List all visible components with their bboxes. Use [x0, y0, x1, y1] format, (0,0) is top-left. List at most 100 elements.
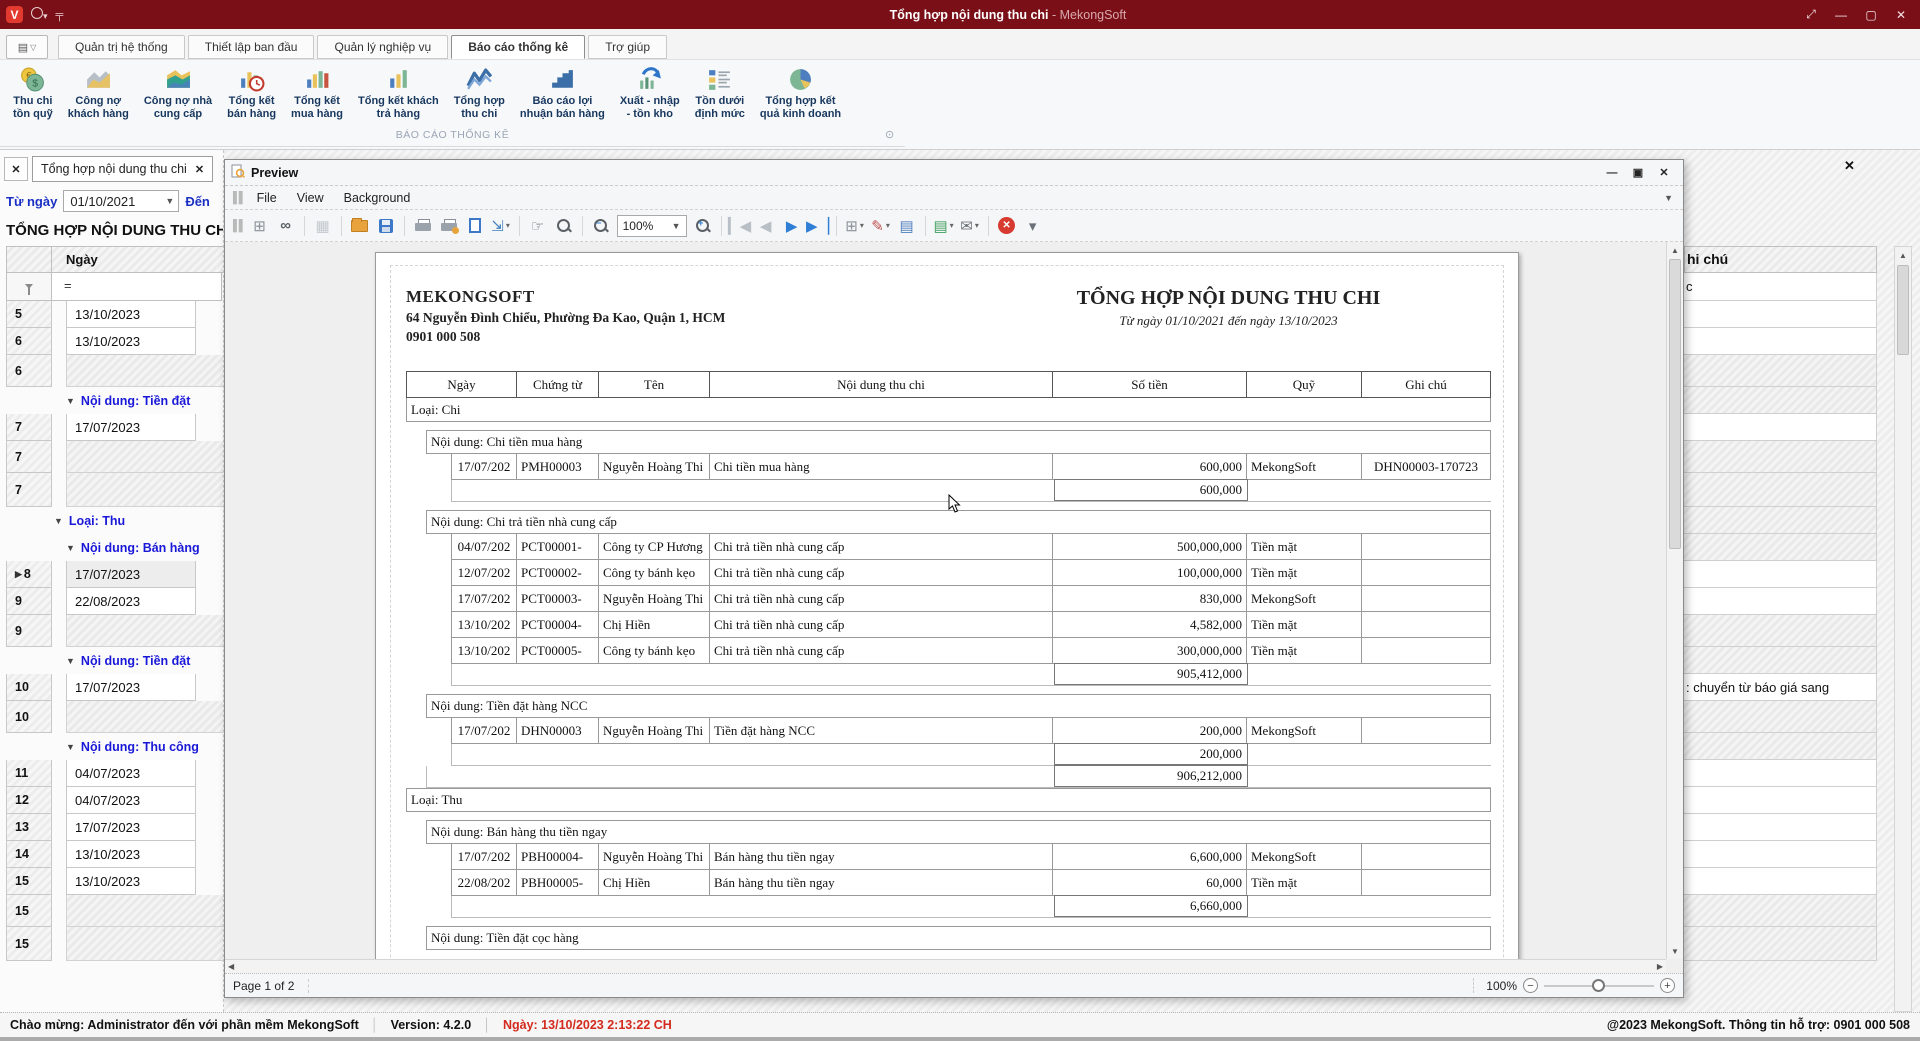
thumbnails-icon[interactable]: ⊞ [248, 214, 272, 238]
from-date-combo[interactable]: 01/10/2021 ▼ [63, 190, 179, 212]
grid-group-row[interactable]: ▼Nội dung: Thu công [6, 733, 224, 760]
ribbon-button-tong-ket-khach-tra-hang[interactable]: Tổng kết kháchtrả hàng [351, 64, 446, 120]
quick-print-icon[interactable] [437, 214, 461, 238]
menu-view[interactable]: View [287, 188, 334, 208]
multipage-icon[interactable]: ⊞▾ [843, 214, 867, 238]
grid-row[interactable]: 922/08/2023 [6, 588, 224, 615]
scroll-right-icon[interactable]: ▶ [1657, 962, 1663, 971]
note-cell[interactable] [1684, 328, 1877, 355]
document-tab[interactable]: Tổng hợp nội dung thu chi ✕ [32, 156, 213, 182]
ribbon-button-tong-ket-ban-hang[interactable]: Tổng kếtbán hàng [220, 64, 283, 120]
find-icon[interactable]: ∞ [274, 214, 298, 238]
customize-toolbar-icon[interactable]: ╤ [56, 9, 63, 21]
collapse-icon[interactable]: ▼ [66, 656, 75, 666]
collapse-icon[interactable]: ▼ [66, 742, 75, 752]
ribbon-button-thu-chi-ton-quy[interactable]: €$Thu chitồn quỹ [6, 64, 60, 120]
toolbar-overflow-icon[interactable]: ▾ [1021, 214, 1045, 238]
date-cell[interactable]: 04/07/2023 [66, 787, 196, 814]
ribbon-button-ton-duoi-dinh-muc[interactable]: Tồn dướiđịnh mức [688, 64, 752, 120]
grid-row[interactable]: 1104/07/2023 [6, 760, 224, 787]
grid-row[interactable]: 1204/07/2023 [6, 787, 224, 814]
email-icon[interactable]: ✉▾ [958, 214, 982, 238]
zoom-out-icon[interactable]: − [589, 214, 613, 238]
note-cell[interactable] [1684, 561, 1877, 588]
drag-grip-icon[interactable]: ▐▐ [229, 192, 241, 204]
export-icon[interactable]: ▤▾ [932, 214, 956, 238]
note-cell[interactable]: : chuyển từ báo giá sang [1684, 674, 1877, 701]
menu-file[interactable]: File [247, 188, 287, 208]
note-cell[interactable] [1684, 841, 1877, 868]
note-cell[interactable] [1684, 787, 1877, 814]
date-cell[interactable]: 04/07/2023 [66, 760, 196, 787]
grid-row[interactable]: 717/07/2023 [6, 414, 224, 441]
grid-row[interactable]: 513/10/2023 [6, 301, 224, 328]
ribbon-tab-quản-trị-hệ-thống[interactable]: Quản trị hệ thống [58, 35, 185, 59]
scroll-down-icon[interactable]: ▼ [1667, 943, 1683, 959]
menubar-options-icon[interactable]: ▼ [1664, 193, 1673, 203]
first-page-icon[interactable]: ▎◀ [728, 214, 752, 238]
zoom-in-button[interactable]: + [1660, 978, 1675, 993]
preview-minimize-button[interactable]: — [1599, 164, 1625, 182]
note-cell[interactable] [1684, 760, 1877, 787]
scale-icon[interactable]: ⇲▾ [489, 214, 513, 238]
date-cell[interactable]: 17/07/2023 [66, 674, 196, 701]
collapse-icon[interactable]: ▼ [66, 543, 75, 553]
grid-row[interactable]: 1017/07/2023 [6, 674, 224, 701]
zoom-combo[interactable]: 100%▼ [617, 215, 687, 237]
date-cell[interactable]: 13/10/2023 [66, 868, 196, 895]
hand-tool-icon[interactable]: ☞ [526, 214, 550, 238]
prev-page-icon[interactable]: ◀ [754, 214, 778, 238]
note-cell[interactable] [1684, 814, 1877, 841]
ribbon-tab-trợ-giúp[interactable]: Trợ giúp [588, 35, 667, 59]
date-cell[interactable]: 17/07/2023 [66, 414, 196, 441]
collapse-icon[interactable]: ▼ [54, 516, 63, 526]
grid-row[interactable]: 613/10/2023 [6, 328, 224, 355]
collapse-icon[interactable]: ▼ [66, 396, 75, 406]
zoom-mode-icon[interactable] [552, 214, 576, 238]
note-cell[interactable] [1684, 588, 1877, 615]
grid-group-row[interactable]: ▼Loại: Thu [6, 507, 224, 534]
scroll-up-icon[interactable]: ▲ [1895, 247, 1911, 264]
date-cell[interactable]: 17/07/2023 [66, 561, 196, 588]
grid-row[interactable]: 1513/10/2023 [6, 868, 224, 895]
app-menu-button[interactable]: ▤▽ [6, 35, 48, 59]
ribbon-expand-icon[interactable]: ⤢ [1796, 4, 1826, 26]
ribbon-button-tong-hop-ket-qua[interactable]: Tổng hợp kếtquả kinh doanh [753, 64, 848, 120]
ribbon-tab-báo-cáo-thống-kê[interactable]: Báo cáo thống kê [451, 35, 585, 59]
preview-vertical-scrollbar[interactable]: ▲ ▼ [1666, 242, 1683, 959]
note-cell[interactable] [1684, 414, 1877, 441]
drag-grip-icon[interactable]: ▐▐ [229, 220, 241, 232]
menu-background[interactable]: Background [334, 188, 421, 208]
ribbon-button-xuat-nhap-ton-kho[interactable]: Xuất - nhập- tồn kho [613, 64, 687, 120]
grid-group-row[interactable]: ▼Nội dung: Tiền đặt [6, 647, 224, 674]
note-filter-cell[interactable]: c [1684, 273, 1877, 301]
ribbon-button-tong-ket-mua-hang[interactable]: Tổng kếtmua hàng [284, 64, 350, 120]
grid-row[interactable]: 1413/10/2023 [6, 841, 224, 868]
save-icon[interactable] [374, 214, 398, 238]
date-cell[interactable]: 17/07/2023 [66, 814, 196, 841]
preview-close-button[interactable]: ✕ [1651, 164, 1677, 182]
scrollbar-thumb[interactable] [1669, 259, 1681, 549]
minimize-button[interactable]: — [1826, 4, 1856, 26]
grid-group-row[interactable]: ▼Nội dung: Tiền đặt [6, 387, 224, 414]
page-color-icon[interactable]: ✎▾ [869, 214, 893, 238]
tab-close-icon[interactable]: ✕ [195, 163, 204, 176]
date-cell[interactable]: 13/10/2023 [66, 841, 196, 868]
ribbon-button-cong-no-nha-cung-cap[interactable]: Công nợ nhàcung cấp [137, 64, 219, 120]
ribbon-tab-quản-lý-nghiệp-vụ[interactable]: Quản lý nghiệp vụ [317, 35, 448, 59]
ribbon-button-tong-hop-thu-chi[interactable]: Tổng hợpthu chi [447, 64, 512, 120]
filter-row[interactable]: = [6, 273, 224, 301]
panel-close-icon[interactable]: ✕ [1844, 158, 1855, 174]
preview-maximize-button[interactable]: ▣ [1625, 164, 1651, 182]
scrollbar-thumb[interactable] [1897, 265, 1909, 355]
note-cell[interactable] [1684, 301, 1877, 328]
zoom-out-button[interactable]: − [1523, 978, 1538, 993]
grid-group-row[interactable]: ▼Nội dung: Bán hàng [6, 534, 224, 561]
quick-access-button[interactable]: ▾ [31, 7, 48, 22]
preview-titlebar[interactable]: Preview — ▣ ✕ [225, 160, 1683, 186]
print-icon[interactable] [411, 214, 435, 238]
group-dialog-launcher-icon[interactable]: ⊙ [885, 128, 894, 141]
watermark-icon[interactable]: ▤ [895, 214, 919, 238]
last-page-icon[interactable]: ▶▕ [806, 214, 830, 238]
note-column-header[interactable]: hi chú [1684, 246, 1877, 273]
